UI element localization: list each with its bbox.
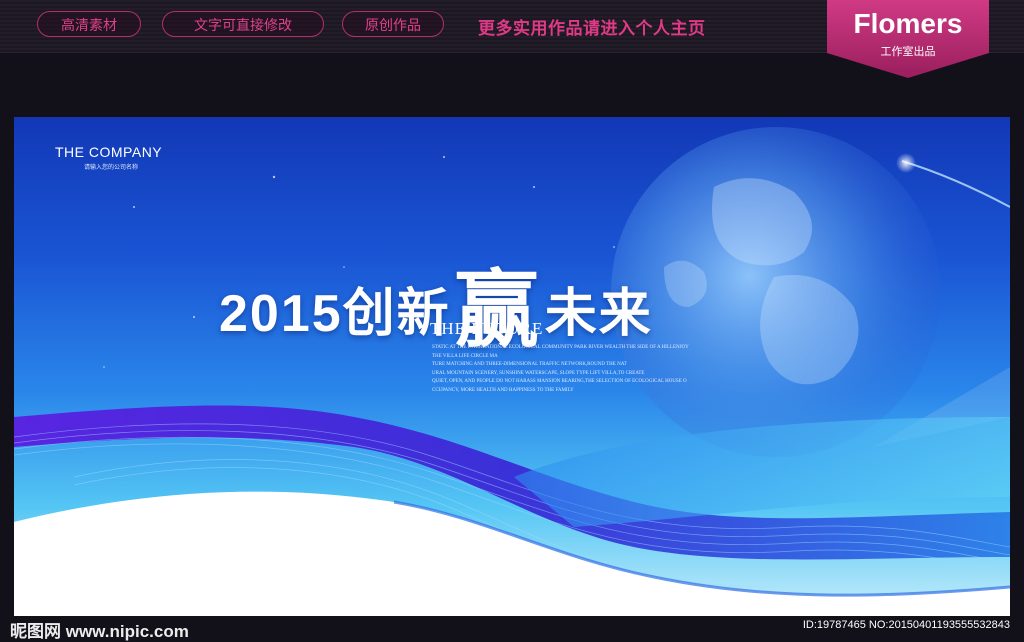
blurb-line: URAL MOUNTAIN SCENERY, SUNSHINE WATERSCA… (432, 370, 645, 376)
nipic-watermark: 昵图网 www.nipic.com (10, 622, 189, 641)
headline-part-2: 未来 (544, 285, 653, 343)
lightblue-wave (514, 417, 1010, 527)
company-name: THE COMPANY (55, 144, 163, 160)
company-subtitle: 请输入您的公司名称 (84, 165, 139, 171)
tag-original-work[interactable]: 原创作品 (342, 11, 444, 37)
blurb-text: STATIC AT THE INTERNATIONAL ECOLOGICAL C… (432, 344, 714, 396)
headline-part-1: 2015创新 (219, 285, 451, 343)
blurb-line: QUIET, OPEN, AND PEOPLE DO NOT HARASS MA… (432, 379, 687, 385)
blurb-line: THE VILLA LIFE CIRCLE MA (432, 353, 498, 359)
tag-hd-material[interactable]: 高清素材 (37, 11, 141, 37)
image-id-text: ID:19787465 NO:20150401193555532843 (802, 619, 1010, 631)
tag-editable-text[interactable]: 文字可直接修改 (162, 11, 324, 37)
blurb-line: TURE MATCHING AND THREE-DIMENSIONAL TRAF… (432, 362, 627, 368)
blurb-line: CCUPANCY, MORE HEALTH AND HAPPINESS TO T… (432, 387, 574, 393)
brand-name: Flomers (853, 8, 963, 39)
globe-illustration (611, 127, 941, 457)
comet-streak (896, 153, 1010, 208)
poster-canvas: THE COMPANY 请输入您的公司名称 2015创新赢未来 THE FUTU… (14, 117, 1010, 616)
brand-badge: Flomers 工作室出品 (827, 0, 989, 78)
brand-subtitle: 工作室出品 (880, 46, 936, 58)
headline-emphasis: 赢 (454, 263, 541, 357)
future-subtitle: THE FUTURE (430, 319, 544, 338)
promo-link[interactable]: 更多实用作品请进入个人主页 (478, 14, 706, 39)
blurb-line: STATIC AT THE INTERNATIONAL ECOLOGICAL C… (432, 345, 689, 350)
